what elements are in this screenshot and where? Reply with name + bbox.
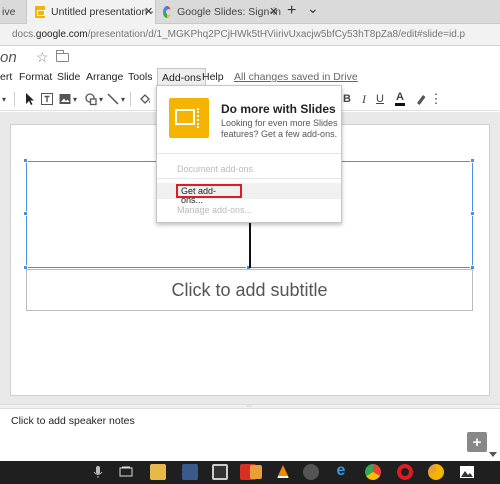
- toolbar-divider: [130, 92, 131, 106]
- line-icon[interactable]: [106, 91, 120, 107]
- fill-color-icon[interactable]: [138, 91, 152, 107]
- star-icon[interactable]: ☆: [36, 49, 49, 66]
- plus-icon: +: [472, 433, 482, 451]
- tab-label: Google Slides: Sign-in: [177, 6, 281, 18]
- resize-handle[interactable]: [470, 211, 475, 216]
- save-status[interactable]: All changes saved in Drive: [234, 71, 358, 83]
- opera-icon[interactable]: [397, 464, 413, 480]
- resize-handle[interactable]: [23, 158, 28, 163]
- folder-icon[interactable]: [56, 50, 69, 62]
- menu-arrange[interactable]: Arrange: [86, 71, 123, 83]
- tab-label: Untitled presentation -: [51, 6, 154, 18]
- media-app-icon[interactable]: [250, 465, 262, 479]
- menu-help[interactable]: Help: [202, 71, 224, 83]
- menu-slide[interactable]: Slide: [57, 71, 80, 83]
- menu-format[interactable]: Format: [19, 71, 52, 83]
- menu-divider: [157, 153, 341, 154]
- resize-handle[interactable]: [470, 158, 475, 163]
- text-color-button[interactable]: A: [395, 91, 405, 106]
- promo-description: Looking for even more Slides features? G…: [221, 118, 338, 139]
- doc-title[interactable]: on: [0, 49, 17, 66]
- chrome-icon[interactable]: [365, 464, 381, 480]
- caret-icon[interactable]: ▾: [1, 91, 7, 107]
- more-options-icon[interactable]: ⋮: [430, 91, 443, 107]
- tab-slides-sign-in[interactable]: Google Slides: Sign-in ✕: [157, 0, 281, 24]
- caret-icon[interactable]: ▾: [120, 91, 126, 107]
- address-bar[interactable]: docs.google.com/presentation/d/1_MGKPhq2…: [0, 24, 500, 46]
- close-icon[interactable]: ✕: [144, 5, 153, 18]
- vlc-icon[interactable]: [275, 464, 291, 480]
- microphone-icon[interactable]: [90, 464, 106, 480]
- store-icon[interactable]: [182, 464, 198, 480]
- slides-addon-logo-icon: [169, 98, 209, 138]
- task-view-icon[interactable]: [118, 464, 134, 480]
- menu-insert[interactable]: ert: [0, 71, 12, 83]
- tab-label: ive: [2, 6, 16, 18]
- resize-handle[interactable]: [23, 211, 28, 216]
- select-cursor-icon[interactable]: [22, 91, 36, 107]
- text-cursor: [249, 216, 251, 268]
- get-addons-item[interactable]: Get add-ons...: [176, 184, 242, 205]
- tab-untitled-presentation[interactable]: Untitled presentation - ✕: [26, 0, 156, 24]
- edge-icon[interactable]: e: [333, 463, 349, 480]
- scroll-down-icon[interactable]: [489, 452, 497, 457]
- speaker-notes-panel[interactable]: Click to add speaker notes +: [0, 409, 500, 461]
- os-taskbar: e: [0, 461, 500, 484]
- caret-icon[interactable]: ▾: [72, 91, 78, 107]
- doc-title-row: on ☆: [0, 46, 500, 68]
- menu-divider: [157, 178, 341, 179]
- image-icon[interactable]: [58, 91, 72, 107]
- browser-tab-strip: ive Untitled presentation - ✕ Google Sli…: [0, 0, 500, 24]
- close-icon[interactable]: ✕: [269, 5, 278, 18]
- tab-drive[interactable]: ive: [0, 0, 26, 24]
- url-text[interactable]: docs.google.com/presentation/d/1_MGKPhq2…: [12, 29, 465, 40]
- url-path: /presentation/d/1_MGKPhq2PCjHWk5tHViiriv…: [87, 29, 466, 40]
- google-icon: [163, 6, 173, 18]
- highlight-pen-icon[interactable]: [414, 91, 428, 107]
- caret-icon[interactable]: ▾: [98, 91, 104, 107]
- manage-addons-item: Manage add-ons...: [177, 205, 253, 215]
- menu-bar: ert Format Slide Arrange Tools Add-ons H…: [0, 68, 500, 86]
- speaker-notes-placeholder[interactable]: Click to add speaker notes: [11, 415, 135, 427]
- promo-title: Do more with Slides: [221, 102, 336, 116]
- tab-list-icon[interactable]: ⌄: [307, 0, 319, 17]
- text-box-icon[interactable]: [40, 91, 54, 107]
- chart-app-icon[interactable]: [428, 464, 444, 480]
- document-addons-item: Document add-ons: [177, 164, 254, 174]
- shape-icon[interactable]: [84, 91, 98, 107]
- calendar-app-icon[interactable]: [212, 464, 228, 480]
- slides-icon: [35, 6, 45, 18]
- get-addons-row[interactable]: Get add-ons...: [157, 183, 341, 205]
- explore-button[interactable]: +: [467, 432, 487, 452]
- url-domain: google.com: [35, 29, 88, 40]
- toolbar-divider: [14, 92, 15, 106]
- new-tab-button[interactable]: +: [287, 2, 296, 20]
- headset-app-icon[interactable]: [303, 464, 319, 480]
- file-explorer-icon[interactable]: [150, 464, 166, 480]
- underline-button[interactable]: U: [375, 91, 385, 107]
- italic-button[interactable]: I: [360, 91, 368, 107]
- menu-tools[interactable]: Tools: [128, 71, 153, 83]
- addons-dropdown-menu: Do more with Slides Looking for even mor…: [156, 85, 342, 223]
- subtitle-placeholder-text[interactable]: Click to add subtitle: [171, 280, 327, 301]
- menu-addons[interactable]: Add-ons: [157, 68, 207, 86]
- photos-icon[interactable]: [459, 464, 475, 480]
- subtitle-placeholder-box[interactable]: Click to add subtitle: [26, 269, 473, 311]
- bold-button[interactable]: B: [342, 91, 352, 107]
- url-prefix: docs.: [12, 29, 36, 40]
